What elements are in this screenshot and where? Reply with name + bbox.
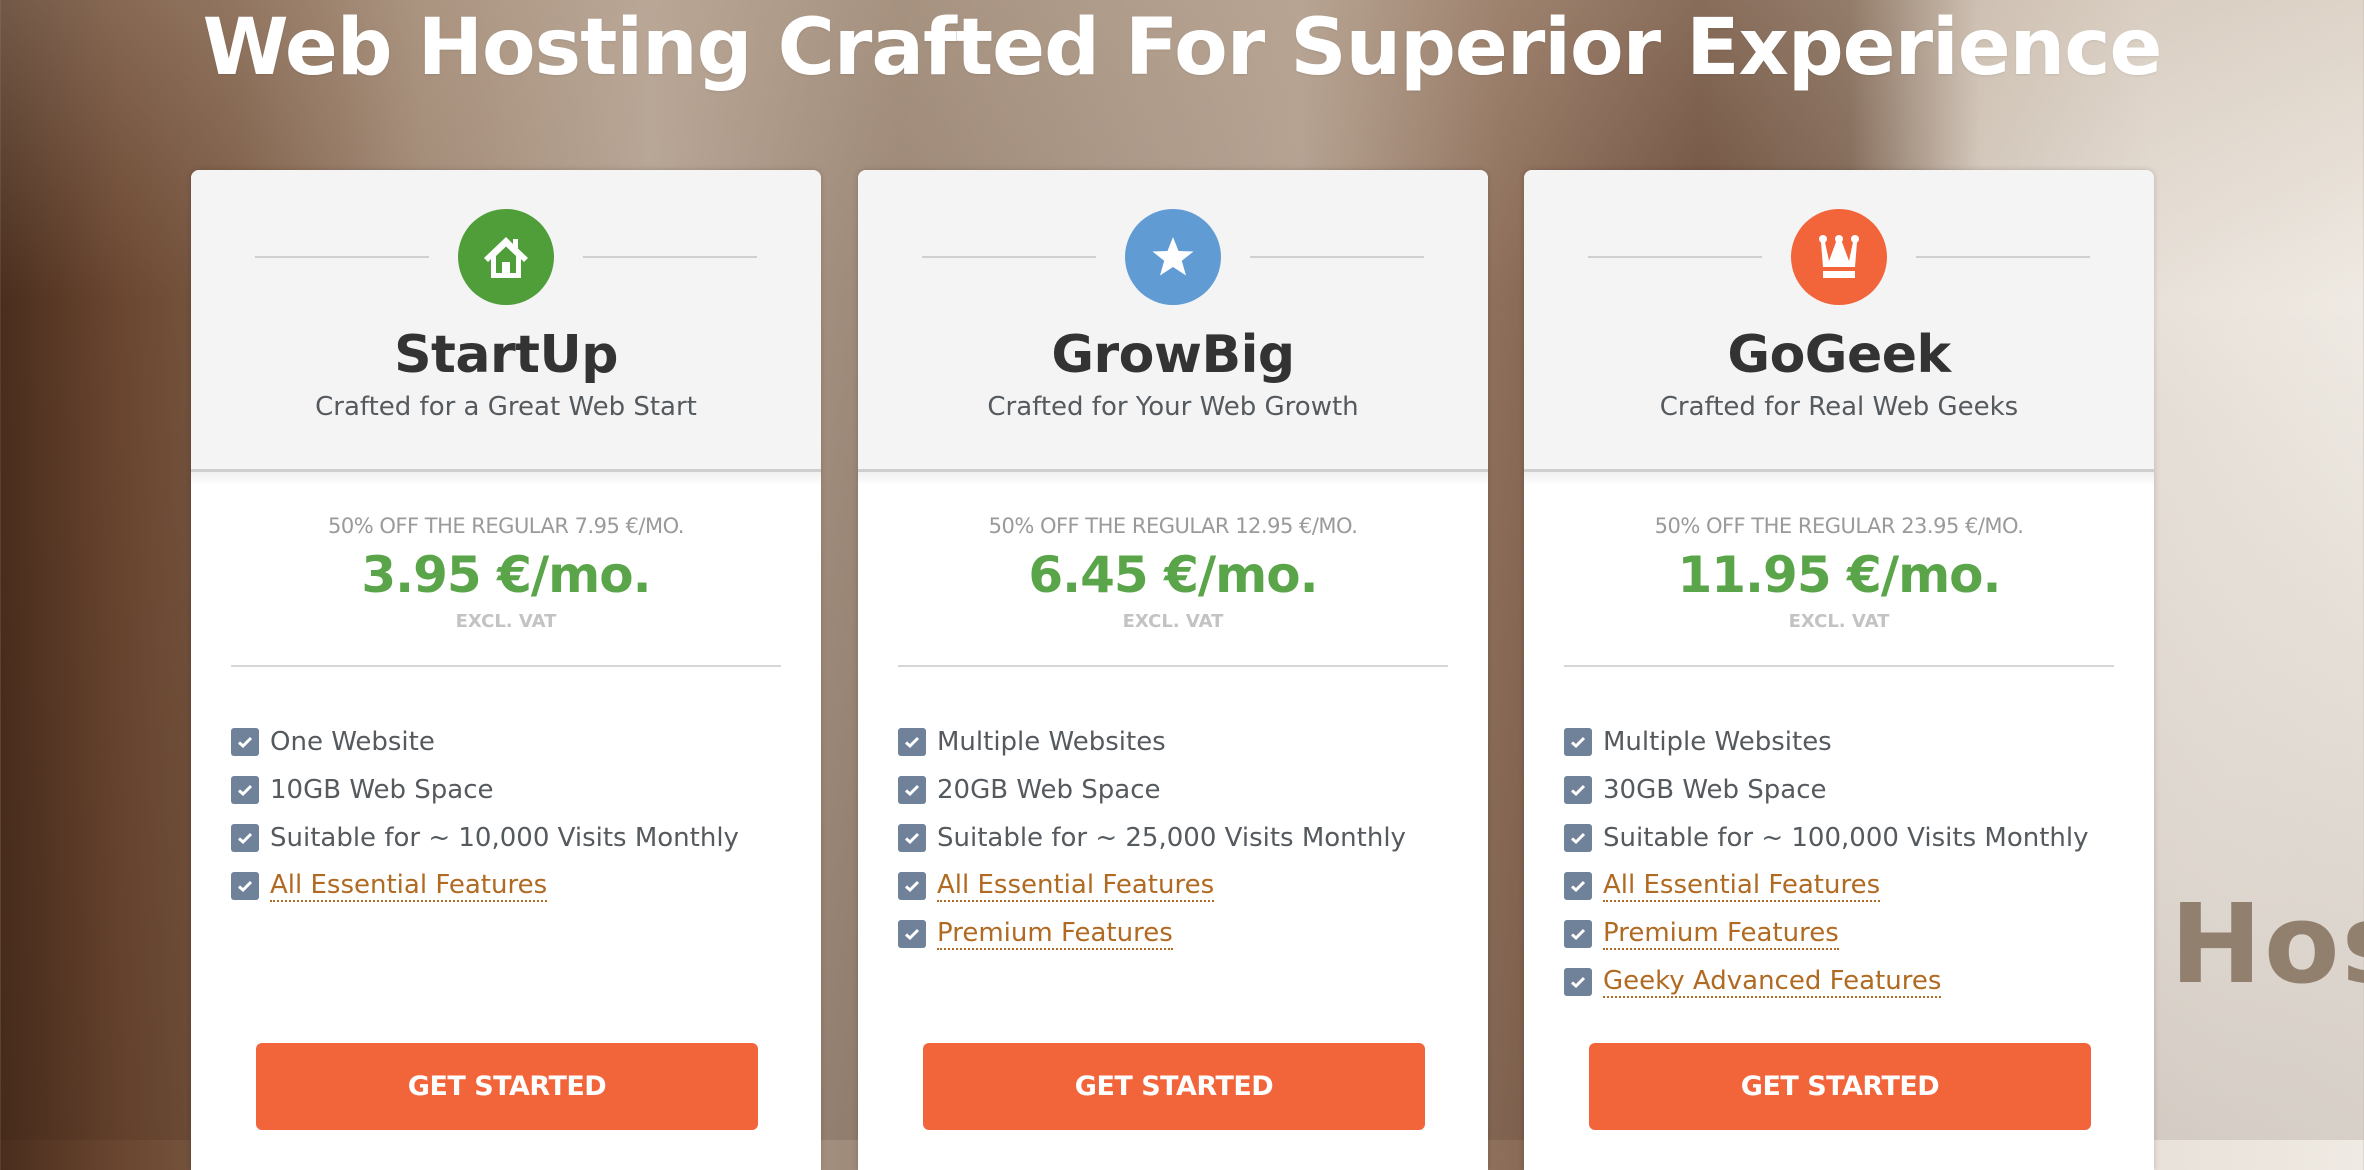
plan-tagline: Crafted for a Great Web Start xyxy=(315,392,697,422)
feature-item: 20GB Web Space xyxy=(898,766,1406,814)
checkbox-checked-icon xyxy=(1564,872,1592,900)
get-started-button[interactable]: GET STARTED xyxy=(923,1043,1425,1130)
feature-item: Premium Features xyxy=(898,910,1406,958)
feature-label: Suitable for ~ 10,000 Visits Monthly xyxy=(270,823,739,853)
plan-price: 3.95 €/mo. xyxy=(361,546,651,604)
checkbox-checked-icon xyxy=(1564,728,1592,756)
feature-link-premium[interactable]: Premium Features xyxy=(937,918,1173,950)
feature-label: Suitable for ~ 100,000 Visits Monthly xyxy=(1603,823,2089,853)
background-engraved-text: Hos xyxy=(2170,880,2364,1008)
checkbox-checked-icon xyxy=(1564,968,1592,996)
plan-name: GoGeek xyxy=(1727,325,1951,385)
decorative-line xyxy=(255,256,429,258)
feature-link-essential[interactable]: All Essential Features xyxy=(270,870,548,902)
pricing-section: 50% OFF THE REGULAR 7.95 €/MO. 3.95 €/mo… xyxy=(191,472,821,902)
feature-item: 10GB Web Space xyxy=(231,766,739,814)
pricing-section: 50% OFF THE REGULAR 12.95 €/MO. 6.45 €/m… xyxy=(858,472,1488,950)
checkbox-checked-icon xyxy=(898,872,926,900)
checkbox-checked-icon xyxy=(898,776,926,804)
regular-price-note: 50% OFF THE REGULAR 12.95 €/MO. xyxy=(988,514,1358,538)
vat-note: EXCL. VAT xyxy=(1788,611,1890,632)
feature-list: Multiple Websites 20GB Web Space Suitabl… xyxy=(898,718,1406,958)
feature-item: Premium Features xyxy=(1564,910,2088,958)
checkbox-checked-icon xyxy=(898,728,926,756)
checkbox-checked-icon xyxy=(1564,920,1592,948)
feature-label: One Website xyxy=(270,727,435,757)
feature-label: 10GB Web Space xyxy=(270,775,494,805)
checkbox-checked-icon xyxy=(231,872,259,900)
plan-price: 11.95 €/mo. xyxy=(1677,546,2001,604)
feature-item: 30GB Web Space xyxy=(1564,766,2088,814)
checkbox-checked-icon xyxy=(1564,776,1592,804)
decorative-line xyxy=(1588,256,1762,258)
feature-link-premium[interactable]: Premium Features xyxy=(1603,918,1839,950)
plan-card-growbig: GrowBig Crafted for Your Web Growth 50% … xyxy=(858,170,1488,1170)
plan-card-gogeek: GoGeek Crafted for Real Web Geeks 50% OF… xyxy=(1524,170,2154,1170)
decorative-line xyxy=(583,256,757,258)
feature-item: Multiple Websites xyxy=(1564,718,2088,766)
checkbox-checked-icon xyxy=(898,920,926,948)
plan-name: StartUp xyxy=(394,325,618,385)
checkbox-checked-icon xyxy=(231,728,259,756)
plan-header: GoGeek Crafted for Real Web Geeks xyxy=(1524,170,2154,486)
feature-item: All Essential Features xyxy=(231,862,739,910)
star-icon xyxy=(1125,209,1221,305)
feature-label: 30GB Web Space xyxy=(1603,775,1827,805)
plan-name: GrowBig xyxy=(1051,325,1295,385)
get-started-button[interactable]: GET STARTED xyxy=(1589,1043,2091,1130)
regular-price-note: 50% OFF THE REGULAR 7.95 €/MO. xyxy=(328,514,684,538)
plan-price: 6.45 €/mo. xyxy=(1028,546,1318,604)
plan-tagline: Crafted for Your Web Growth xyxy=(987,392,1359,422)
divider xyxy=(231,665,781,667)
page-title: Web Hosting Crafted For Superior Experie… xyxy=(202,3,2163,93)
crown-icon xyxy=(1791,209,1887,305)
plan-header: StartUp Crafted for a Great Web Start xyxy=(191,170,821,486)
pricing-section: 50% OFF THE REGULAR 23.95 €/MO. 11.95 €/… xyxy=(1524,472,2154,998)
decorative-line xyxy=(922,256,1096,258)
divider xyxy=(898,665,1448,667)
plan-header: GrowBig Crafted for Your Web Growth xyxy=(858,170,1488,486)
feature-item: All Essential Features xyxy=(1564,862,2088,910)
checkbox-checked-icon xyxy=(1564,824,1592,852)
feature-link-essential[interactable]: All Essential Features xyxy=(937,870,1215,902)
feature-item: Multiple Websites xyxy=(898,718,1406,766)
checkbox-checked-icon xyxy=(231,776,259,804)
feature-item: Geeky Advanced Features xyxy=(1564,958,2088,1006)
feature-label: Multiple Websites xyxy=(937,727,1166,757)
checkbox-checked-icon xyxy=(898,824,926,852)
decorative-line xyxy=(1916,256,2090,258)
decorative-line xyxy=(1250,256,1424,258)
feature-label: Suitable for ~ 25,000 Visits Monthly xyxy=(937,823,1406,853)
feature-item: All Essential Features xyxy=(898,862,1406,910)
feature-link-geeky[interactable]: Geeky Advanced Features xyxy=(1603,966,1942,998)
divider xyxy=(1564,665,2114,667)
feature-item: Suitable for ~ 10,000 Visits Monthly xyxy=(231,814,739,862)
feature-item: One Website xyxy=(231,718,739,766)
feature-link-essential[interactable]: All Essential Features xyxy=(1603,870,1881,902)
house-icon xyxy=(458,209,554,305)
feature-list: One Website 10GB Web Space Suitable for … xyxy=(231,718,739,910)
feature-list: Multiple Websites 30GB Web Space Suitabl… xyxy=(1564,718,2088,1006)
vat-note: EXCL. VAT xyxy=(1122,611,1224,632)
feature-item: Suitable for ~ 100,000 Visits Monthly xyxy=(1564,814,2088,862)
plan-tagline: Crafted for Real Web Geeks xyxy=(1659,392,2019,422)
get-started-button[interactable]: GET STARTED xyxy=(256,1043,758,1130)
vat-note: EXCL. VAT xyxy=(455,611,557,632)
plan-card-startup: StartUp Crafted for a Great Web Start 50… xyxy=(191,170,821,1170)
feature-item: Suitable for ~ 25,000 Visits Monthly xyxy=(898,814,1406,862)
checkbox-checked-icon xyxy=(231,824,259,852)
regular-price-note: 50% OFF THE REGULAR 23.95 €/MO. xyxy=(1654,514,2024,538)
feature-label: Multiple Websites xyxy=(1603,727,1832,757)
feature-label: 20GB Web Space xyxy=(937,775,1161,805)
